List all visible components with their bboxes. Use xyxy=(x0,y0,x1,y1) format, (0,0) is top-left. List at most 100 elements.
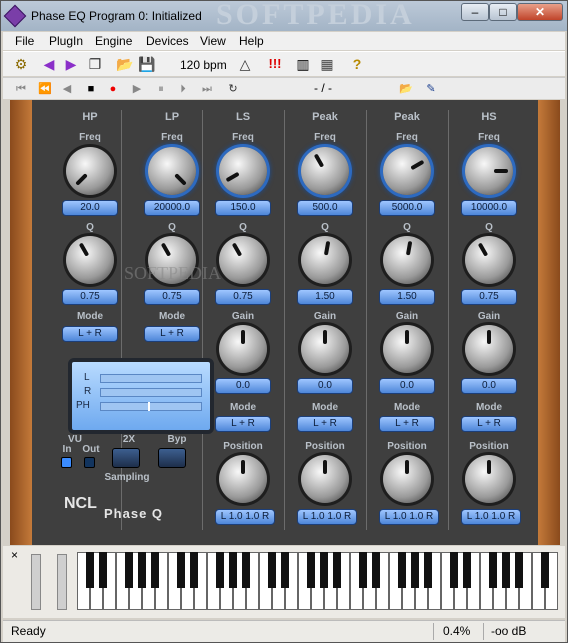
q-value[interactable]: 0.75 xyxy=(461,289,517,305)
black-key[interactable] xyxy=(281,552,289,588)
black-key[interactable] xyxy=(216,552,224,588)
position-value[interactable]: L 1.0 1.0 R xyxy=(215,509,275,525)
gain-value[interactable]: 0.0 xyxy=(379,378,435,394)
freq-value[interactable]: 500.0 xyxy=(297,200,353,216)
mode-select[interactable]: L + R xyxy=(379,416,435,432)
q-knob[interactable] xyxy=(219,236,267,284)
forward-arrow-icon[interactable]: ▶ xyxy=(61,54,81,74)
q-knob[interactable] xyxy=(66,236,114,284)
menu-engine[interactable]: Engine xyxy=(95,34,132,48)
alert-icon[interactable]: !!! xyxy=(265,54,285,74)
black-key[interactable] xyxy=(398,552,406,588)
freq-knob[interactable] xyxy=(148,147,196,195)
menu-plugin[interactable]: PlugIn xyxy=(49,34,83,48)
mode-select[interactable]: L + R xyxy=(461,416,517,432)
black-key[interactable] xyxy=(541,552,549,588)
q-value[interactable]: 0.75 xyxy=(215,289,271,305)
freq-value[interactable]: 10000.0 xyxy=(461,200,517,216)
vu-out-led[interactable] xyxy=(84,457,95,468)
black-key[interactable] xyxy=(86,552,94,588)
q-knob[interactable] xyxy=(383,236,431,284)
grid-icon[interactable]: ▦ xyxy=(317,54,337,74)
gain-knob[interactable] xyxy=(383,325,431,373)
q-value[interactable]: 0.75 xyxy=(62,289,118,305)
skip-start-icon[interactable]: ⏮ xyxy=(13,80,29,98)
gain-value[interactable]: 0.0 xyxy=(297,378,353,394)
black-key[interactable] xyxy=(359,552,367,588)
play-icon[interactable]: ▶ xyxy=(129,80,145,98)
record-icon[interactable]: ● xyxy=(105,80,121,98)
minimize-button[interactable]: – xyxy=(461,3,489,21)
rewind-icon[interactable]: ⏪ xyxy=(37,80,53,98)
oversample-button[interactable] xyxy=(112,448,140,468)
position-value[interactable]: L 1.0 1.0 R xyxy=(297,509,357,525)
black-key[interactable] xyxy=(125,552,133,588)
skip-end-icon[interactable]: ⏭ xyxy=(199,80,215,98)
freq-value[interactable]: 5000.0 xyxy=(379,200,435,216)
black-key[interactable] xyxy=(242,552,250,588)
open-folder-icon[interactable]: 📂 xyxy=(115,54,135,74)
vu-in-led[interactable] xyxy=(61,457,72,468)
freq-knob[interactable] xyxy=(465,147,513,195)
keyboard-icon[interactable]: ▥ xyxy=(293,54,313,74)
black-key[interactable] xyxy=(372,552,380,588)
gain-value[interactable]: 0.0 xyxy=(215,378,271,394)
gain-value[interactable]: 0.0 xyxy=(461,378,517,394)
freq-knob[interactable] xyxy=(301,147,349,195)
freq-knob[interactable] xyxy=(219,147,267,195)
gain-knob[interactable] xyxy=(465,325,513,373)
freq-value[interactable]: 150.0 xyxy=(215,200,271,216)
menu-help[interactable]: Help xyxy=(239,34,264,48)
back-arrow-icon[interactable]: ◀ xyxy=(39,54,59,74)
black-key[interactable] xyxy=(411,552,419,588)
menu-file[interactable]: File xyxy=(15,34,34,48)
menu-view[interactable]: View xyxy=(200,34,226,48)
black-key[interactable] xyxy=(424,552,432,588)
gain-knob[interactable] xyxy=(301,325,349,373)
windows-icon[interactable]: ❐ xyxy=(85,54,105,74)
q-value[interactable]: 0.75 xyxy=(144,289,200,305)
black-key[interactable] xyxy=(268,552,276,588)
freq-knob[interactable] xyxy=(66,147,114,195)
black-key[interactable] xyxy=(138,552,146,588)
loop-icon[interactable]: ↻ xyxy=(225,80,241,98)
black-key[interactable] xyxy=(190,552,198,588)
maximize-button[interactable]: □ xyxy=(489,3,517,21)
position-value[interactable]: L 1.0 1.0 R xyxy=(461,509,521,525)
mod-wheel[interactable] xyxy=(57,554,67,610)
open-file-icon[interactable]: 📂 xyxy=(398,80,414,98)
help-icon[interactable]: ? xyxy=(347,54,367,74)
black-key[interactable] xyxy=(307,552,315,588)
tempo-display[interactable]: 120 bpm xyxy=(180,58,227,72)
pitch-wheel[interactable] xyxy=(31,554,41,610)
black-key[interactable] xyxy=(450,552,458,588)
position-value[interactable]: L 1.0 1.0 R xyxy=(379,509,439,525)
black-key[interactable] xyxy=(99,552,107,588)
mode-select[interactable]: L + R xyxy=(297,416,353,432)
bypass-button[interactable] xyxy=(158,448,186,468)
q-value[interactable]: 1.50 xyxy=(297,289,353,305)
black-key[interactable] xyxy=(320,552,328,588)
piano-keys[interactable] xyxy=(77,546,561,616)
position-knob[interactable] xyxy=(383,455,431,503)
menu-devices[interactable]: Devices xyxy=(146,34,189,48)
black-key[interactable] xyxy=(229,552,237,588)
pause-icon[interactable]: ⏸ xyxy=(153,80,169,98)
save-icon[interactable]: 💾 xyxy=(137,54,157,74)
mode-select[interactable]: L + R xyxy=(215,416,271,432)
position-knob[interactable] xyxy=(465,455,513,503)
black-key[interactable] xyxy=(333,552,341,588)
q-knob[interactable] xyxy=(301,236,349,284)
close-button[interactable]: ✕ xyxy=(517,3,563,21)
gain-knob[interactable] xyxy=(219,325,267,373)
black-key[interactable] xyxy=(515,552,523,588)
step-forward-icon[interactable]: ⏵ xyxy=(175,80,191,98)
metronome-icon[interactable]: △ xyxy=(235,54,255,74)
black-key[interactable] xyxy=(463,552,471,588)
mode-select[interactable]: L + R xyxy=(144,326,200,342)
black-key[interactable] xyxy=(177,552,185,588)
freq-value[interactable]: 20.0 xyxy=(62,200,118,216)
black-key[interactable] xyxy=(489,552,497,588)
mode-select[interactable]: L + R xyxy=(62,326,118,342)
black-key[interactable] xyxy=(151,552,159,588)
